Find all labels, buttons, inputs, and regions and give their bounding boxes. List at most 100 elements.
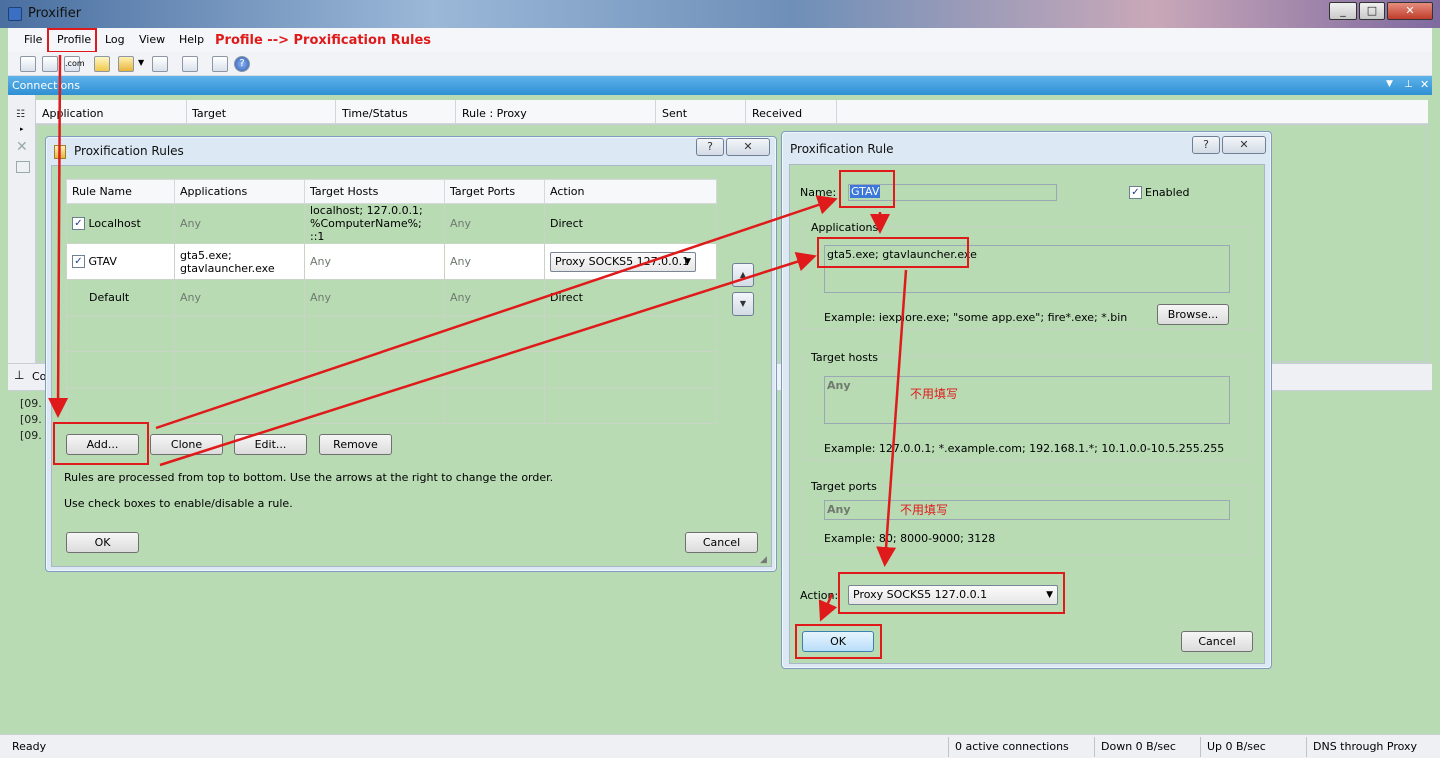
column-separator[interactable] bbox=[186, 100, 187, 124]
rule-enabled-checkbox[interactable]: ✓ bbox=[72, 217, 85, 231]
browse-button[interactable]: Browse... bbox=[1157, 304, 1229, 325]
chevron-down-icon: ▼ bbox=[684, 256, 691, 267]
column-target-hosts[interactable]: Target Hosts bbox=[304, 179, 445, 204]
column-time-status[interactable]: Time/Status bbox=[342, 107, 408, 120]
log-tab-icon[interactable]: ⊥ bbox=[14, 368, 24, 382]
rule-target-hosts: %ComputerName%; ::1 bbox=[310, 217, 422, 243]
window-title: Proxifier bbox=[28, 6, 82, 21]
column-separator[interactable] bbox=[745, 100, 746, 124]
proxy-servers-icon[interactable] bbox=[42, 56, 58, 72]
empty-row bbox=[66, 387, 717, 424]
column-action[interactable]: Action bbox=[544, 179, 717, 204]
column-separator[interactable] bbox=[455, 100, 456, 124]
applications-label: Applications bbox=[809, 221, 881, 234]
rules-dialog-title: Proxification Rules bbox=[74, 144, 184, 158]
rules-ok-button[interactable]: OK bbox=[66, 532, 139, 553]
rule-target-hosts: Any bbox=[304, 279, 445, 316]
target-ports-example: Example: 80; 8000-9000; 3128 bbox=[824, 532, 996, 545]
status-separator bbox=[1200, 737, 1201, 757]
empty-row bbox=[66, 315, 717, 352]
rule-dialog-close-button[interactable]: ✕ bbox=[1222, 136, 1266, 154]
new-profile-icon[interactable] bbox=[94, 56, 110, 72]
rules-cancel-button[interactable]: Cancel bbox=[685, 532, 758, 553]
connections-title: Connections bbox=[12, 79, 80, 92]
move-down-button[interactable]: ▼ bbox=[732, 292, 754, 316]
rule-target-ports: Any bbox=[444, 243, 545, 280]
edit-rule-button[interactable]: Edit... bbox=[234, 434, 307, 455]
annotation-highlight-ok bbox=[795, 624, 882, 659]
move-up-button[interactable]: ▲ bbox=[732, 263, 754, 287]
rule-target-hosts: localhost; 127.0.0.1; bbox=[310, 204, 423, 217]
status-separator bbox=[1094, 737, 1095, 757]
column-separator[interactable] bbox=[335, 100, 336, 124]
clone-rule-button[interactable]: Clone bbox=[150, 434, 223, 455]
target-ports-label: Target ports bbox=[809, 480, 879, 493]
dns-icon[interactable]: .com bbox=[64, 56, 85, 72]
column-sent[interactable]: Sent bbox=[662, 107, 687, 120]
rule-name: GTAV bbox=[88, 254, 117, 268]
status-active-connections: 0 active connections bbox=[955, 740, 1069, 753]
annotation-no-fill-ports: 不用填写 bbox=[900, 503, 949, 517]
import-icon[interactable] bbox=[182, 56, 198, 72]
status-up-rate: Up 0 B/sec bbox=[1207, 740, 1266, 753]
column-applications[interactable]: Applications bbox=[174, 179, 305, 204]
menu-file[interactable]: File bbox=[24, 33, 42, 46]
target-hosts-input[interactable]: Any bbox=[824, 376, 1230, 424]
column-separator[interactable] bbox=[655, 100, 656, 124]
rule-row-gtav[interactable]: ✓ GTAV gta5.exe; gtavlauncher.exe Any Any… bbox=[66, 243, 717, 280]
remove-rule-button[interactable]: Remove bbox=[319, 434, 392, 455]
target-ports-input[interactable]: Any bbox=[824, 500, 1230, 520]
log-line: [09. bbox=[20, 397, 42, 410]
rules-table: Rule Name Applications Target Hosts Targ… bbox=[66, 179, 717, 424]
status-separator bbox=[948, 737, 949, 757]
menu-help[interactable]: Help bbox=[179, 33, 204, 46]
column-received[interactable]: Received bbox=[752, 107, 802, 120]
resize-grip-icon[interactable]: ◢ bbox=[760, 555, 767, 565]
target-hosts-example: Example: 127.0.0.1; *.example.com; 192.1… bbox=[824, 442, 1225, 455]
column-separator[interactable] bbox=[836, 100, 837, 124]
column-application[interactable]: Application bbox=[42, 107, 103, 120]
rule-target-ports: Any bbox=[444, 279, 545, 316]
rules-dialog-close-button[interactable]: ✕ bbox=[726, 138, 770, 156]
help-icon[interactable]: ? bbox=[234, 56, 250, 72]
column-target-ports[interactable]: Target Ports bbox=[444, 179, 545, 204]
proxification-rules-dialog: Proxification Rules ? ✕ Rule Name Applic… bbox=[45, 136, 777, 572]
rule-target-ports: Any bbox=[444, 203, 545, 244]
title-bar: Proxifier _ □ ✕ bbox=[0, 0, 1440, 28]
panel-close-icon[interactable]: ✕ bbox=[1420, 78, 1429, 91]
list-view-icon[interactable]: ☷ bbox=[16, 109, 25, 120]
open-profile-icon[interactable] bbox=[118, 56, 134, 72]
rule-row-default[interactable]: Default Any Any Any Direct bbox=[66, 279, 717, 316]
annotation-highlight-add bbox=[53, 422, 149, 465]
rules-dialog-help-button[interactable]: ? bbox=[696, 138, 724, 156]
rule-enabled-checkbox[interactable]: ✓ bbox=[72, 255, 85, 269]
minimize-button[interactable]: _ bbox=[1329, 2, 1357, 20]
expand-arrow-icon[interactable]: ▸ bbox=[20, 125, 24, 133]
rule-cancel-button[interactable]: Cancel bbox=[1181, 631, 1253, 652]
maximize-button[interactable]: □ bbox=[1359, 2, 1385, 20]
menu-view[interactable]: View bbox=[139, 33, 165, 46]
panel-menu-icon[interactable]: ▼ bbox=[1386, 79, 1393, 89]
connections-icon[interactable] bbox=[20, 56, 36, 72]
rule-dialog-help-button[interactable]: ? bbox=[1192, 136, 1220, 154]
rule-action-combo[interactable]: Proxy SOCKS5 127.0.0.1 ▼ bbox=[550, 251, 696, 272]
chevron-down-icon[interactable]: ▼ bbox=[138, 58, 144, 67]
close-window-button[interactable]: ✕ bbox=[1387, 2, 1433, 20]
column-target[interactable]: Target bbox=[192, 107, 226, 120]
kill-connection-icon[interactable]: ✕ bbox=[16, 139, 28, 155]
rule-applications: Any bbox=[174, 203, 305, 244]
details-icon[interactable] bbox=[16, 161, 30, 173]
enabled-checkbox[interactable]: ✓ bbox=[1129, 186, 1142, 199]
annotation-menu-path: Profile --> Proxification Rules bbox=[215, 33, 431, 48]
name-label: Name: bbox=[800, 186, 837, 199]
menu-log[interactable]: Log bbox=[105, 33, 125, 46]
print-icon[interactable] bbox=[212, 56, 228, 72]
status-separator bbox=[1306, 737, 1307, 757]
save-profile-icon[interactable] bbox=[152, 56, 168, 72]
column-rule-proxy[interactable]: Rule : Proxy bbox=[462, 107, 527, 120]
annotation-highlight-applications bbox=[817, 237, 969, 268]
pin-icon[interactable]: ⊥ bbox=[1404, 79, 1413, 90]
applications-example: Example: iexplore.exe; "some app.exe"; f… bbox=[824, 311, 1128, 324]
column-rule-name[interactable]: Rule Name bbox=[66, 179, 175, 204]
rule-row-localhost[interactable]: ✓ Localhost Any localhost; 127.0.0.1; %Co… bbox=[66, 203, 717, 244]
